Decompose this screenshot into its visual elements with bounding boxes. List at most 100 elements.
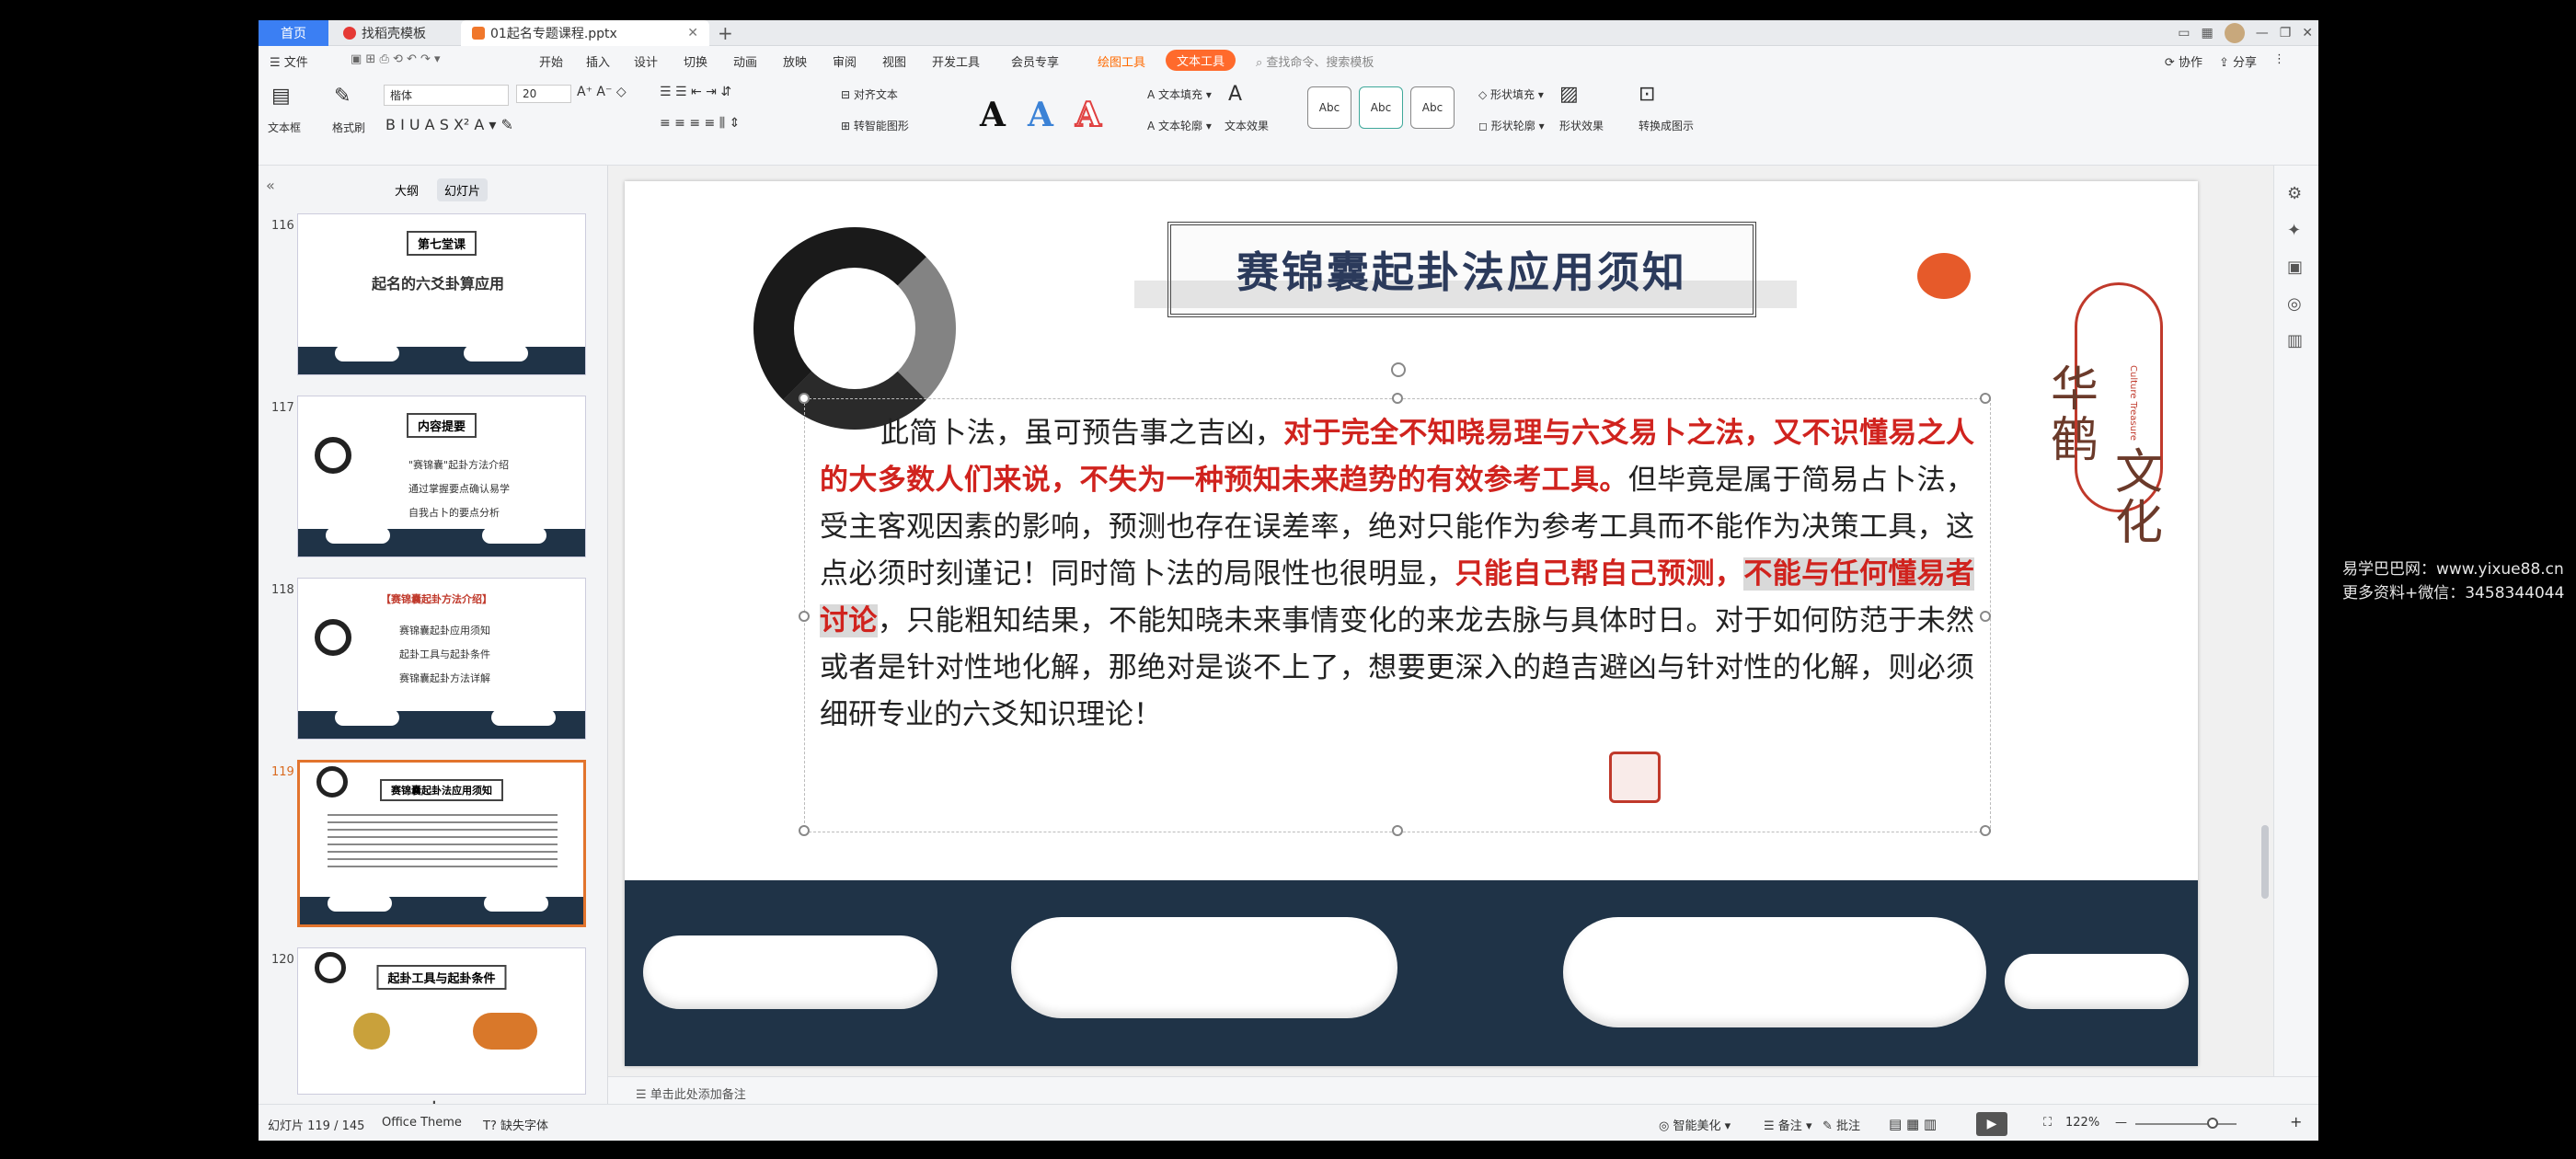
missing-font-button[interactable]: T? 缺失字体 <box>483 1116 548 1133</box>
text-outline-button[interactable]: A 文本轮廓 ▾ <box>1147 118 1212 133</box>
title-frame[interactable]: 赛锦囊起卦法应用须知 <box>1134 222 1797 317</box>
shape-outline-button[interactable]: ◻ 形状轮廓 ▾ <box>1478 118 1545 133</box>
list-icons[interactable]: ☰ ☰ ⇤ ⇥ ⇵ <box>660 85 731 99</box>
shape-effect-icon[interactable]: ▨ <box>1559 83 1579 106</box>
body-text[interactable]: 此简卜法，虽可预告事之吉凶，对于完全不知晓易理与六爻易卜之法，又不识懂易之人的大… <box>820 410 1975 739</box>
menu-item-design[interactable]: 设计 <box>634 52 658 70</box>
new-tab-button[interactable]: + <box>718 22 733 44</box>
text-format-icons[interactable]: B I U A S X² A ▾ ✎ <box>385 116 513 133</box>
body-textbox[interactable]: 此简卜法，虽可预告事之吉凶，对于完全不知晓易理与六爻易卜之法，又不识懂易之人的大… <box>799 362 1991 836</box>
font-grow-icons[interactable]: A⁺ A⁻ ◇ <box>577 85 627 99</box>
more-icon[interactable]: ⋮ <box>2273 52 2285 70</box>
zoom-in-button[interactable]: + <box>2290 1113 2302 1130</box>
shape-style-1[interactable]: Abc <box>1307 86 1351 129</box>
smart-beautify-button[interactable]: ◎ 智能美化 ▾ <box>1659 1116 1731 1133</box>
menu-text-tool[interactable]: 文本工具 <box>1166 50 1236 71</box>
align-icons[interactable]: ≡ ≡ ≡ ≡ ⫼ ⇕ <box>660 116 740 131</box>
quick-access-icons[interactable]: ▣ ⊞ ⎙ ⟲ ↶ ↷ ▾ <box>351 52 441 66</box>
pin-icon[interactable]: ✦ <box>2287 221 2301 240</box>
menu-item-developer[interactable]: 开发工具 <box>932 52 980 70</box>
convert-icon[interactable]: ⊡ <box>1639 83 1655 106</box>
fit-window-icon[interactable]: ⛶ <box>2043 1116 2052 1130</box>
tab-file[interactable]: 01起名专题课程.pptx ✕ <box>461 20 709 46</box>
menu-item-slideshow[interactable]: 放映 <box>783 52 807 70</box>
shape-style-3[interactable]: Abc <box>1410 86 1455 129</box>
book-icon[interactable]: ▥ <box>2287 331 2303 350</box>
format-painter-button[interactable]: 格式刷 <box>332 120 365 135</box>
tab-slides[interactable]: 幻灯片 <box>437 178 489 201</box>
font-size-select[interactable]: 20 <box>516 85 571 103</box>
image-icon[interactable]: ▣ <box>2287 258 2303 277</box>
resize-handle[interactable] <box>1392 825 1403 836</box>
grid-icon[interactable]: ▦ <box>2201 26 2213 40</box>
slide-thumbnail-116[interactable]: 第七堂课 起名的六爻卦算应用 <box>297 213 586 375</box>
collapse-pane-icon[interactable]: « <box>266 177 275 194</box>
restore-icon[interactable]: ❐ <box>2280 26 2292 40</box>
menu-file[interactable]: ☰ 文件 <box>270 52 308 70</box>
vertical-scrollbar[interactable] <box>2261 181 2269 1055</box>
slide-thumbnail-118[interactable]: 【赛锦囊起卦方法介绍】 赛锦囊起卦应用须知 起卦工具与起卦条件 赛锦囊起卦方法详… <box>297 578 586 740</box>
command-search-label: 查找命令、搜索模板 <box>1266 56 1374 70</box>
slide-thumbnail-117[interactable]: 内容提要 "赛锦囊"起卦方法介绍 通过掌握要点确认易学 自我占卜的要点分析 <box>297 396 586 557</box>
menu-draw-tool[interactable]: 绘图工具 <box>1098 52 1145 70</box>
comment-button[interactable]: ✎ 批注 <box>1823 1116 1860 1133</box>
text-effect-icon[interactable]: A <box>1228 83 1242 106</box>
current-slide[interactable]: 赛锦囊起卦法应用须知 华 鹤 文 化 Culture Treasure 此简卜法… <box>625 181 2198 1066</box>
notes-area[interactable]: ☰ 单击此处添加备注 <box>608 1076 2318 1104</box>
shape-effect-button[interactable]: 形状效果 <box>1559 118 1604 133</box>
settings-sliders-icon[interactable]: ⚙ <box>2287 184 2302 203</box>
location-icon[interactable]: ◎ <box>2287 294 2302 314</box>
resize-handle[interactable] <box>799 825 810 836</box>
resize-handle[interactable] <box>1392 393 1403 404</box>
menu-item-start[interactable]: 开始 <box>539 52 563 70</box>
align-text-button[interactable]: ⊟ 对齐文本 <box>841 86 898 102</box>
share-button[interactable]: ⇪ 分享 <box>2219 52 2257 70</box>
minimize-icon[interactable]: — <box>2256 26 2269 40</box>
close-tab-icon[interactable]: ✕ <box>687 26 698 40</box>
zoom-level[interactable]: 122% <box>2065 1116 2099 1130</box>
zoom-out-button[interactable]: — <box>2115 1116 2127 1130</box>
resize-handle[interactable] <box>1980 611 1991 622</box>
shape-style-2[interactable]: Abc <box>1359 86 1403 129</box>
text-effect-button[interactable]: 文本效果 <box>1225 118 1269 133</box>
watermark-line-2: 更多资料+微信：3458344044 <box>2342 584 2565 602</box>
avatar[interactable] <box>2224 23 2245 43</box>
menu-item-insert[interactable]: 插入 <box>586 52 610 70</box>
collab-button[interactable]: ⟳ 协作 <box>2165 52 2202 70</box>
textbox-button[interactable]: 文本框 <box>268 120 301 135</box>
text-fill-button[interactable]: A 文本填充 ▾ <box>1147 86 1212 102</box>
zoom-slider-knob[interactable] <box>2207 1118 2218 1129</box>
notes-toggle-button[interactable]: ☰ 备注 ▾ <box>1764 1116 1811 1133</box>
tab-outline[interactable]: 大纲 <box>387 178 426 201</box>
menu-item-member[interactable]: 会员专享 <box>1011 52 1059 70</box>
zoom-slider[interactable] <box>2135 1123 2237 1125</box>
font-family-select[interactable]: 楷体 <box>384 85 509 106</box>
menu-item-review[interactable]: 审阅 <box>833 52 857 70</box>
resize-handle[interactable] <box>1980 393 1991 404</box>
layout-icon[interactable]: ▭ <box>2178 26 2190 40</box>
command-search[interactable]: ⌕ 查找命令、搜索模板 <box>1256 52 1374 70</box>
slide-thumbnail-119[interactable]: 赛锦囊起卦法应用须知 <box>297 760 586 927</box>
textbox-icon[interactable]: ▤ <box>271 85 291 108</box>
tab-home[interactable]: 首页 <box>259 20 328 46</box>
close-icon[interactable]: ✕ <box>2302 26 2313 40</box>
view-mode-icons[interactable]: ▤ ▦ ▥ <box>1889 1116 1937 1132</box>
text-style-outline[interactable]: A <box>1075 95 1102 135</box>
rotate-handle[interactable] <box>1391 362 1406 377</box>
menu-item-view[interactable]: 视图 <box>882 52 906 70</box>
menu-item-animation[interactable]: 动画 <box>733 52 757 70</box>
scrollbar-thumb[interactable] <box>2261 825 2269 899</box>
convert-button[interactable]: 转换成图示 <box>1639 118 1694 133</box>
text-style-blue[interactable]: A <box>1028 96 1053 134</box>
smartart-button[interactable]: ⊞ 转智能图形 <box>841 118 909 133</box>
tab-template[interactable]: 找稻壳模板 <box>332 20 452 46</box>
menu-item-transition[interactable]: 切换 <box>684 52 707 70</box>
shape-fill-button[interactable]: ◇ 形状填充 ▾ <box>1478 86 1544 102</box>
resize-handle[interactable] <box>799 611 810 622</box>
play-slideshow-button[interactable]: ▶ <box>1976 1112 2007 1136</box>
format-painter-icon[interactable]: ✎ <box>334 85 351 108</box>
resize-handle[interactable] <box>799 393 810 404</box>
resize-handle[interactable] <box>1980 825 1991 836</box>
slide-thumbnail-120[interactable]: 起卦工具与起卦条件 <box>297 947 586 1095</box>
text-style-black[interactable]: A <box>980 96 1006 134</box>
